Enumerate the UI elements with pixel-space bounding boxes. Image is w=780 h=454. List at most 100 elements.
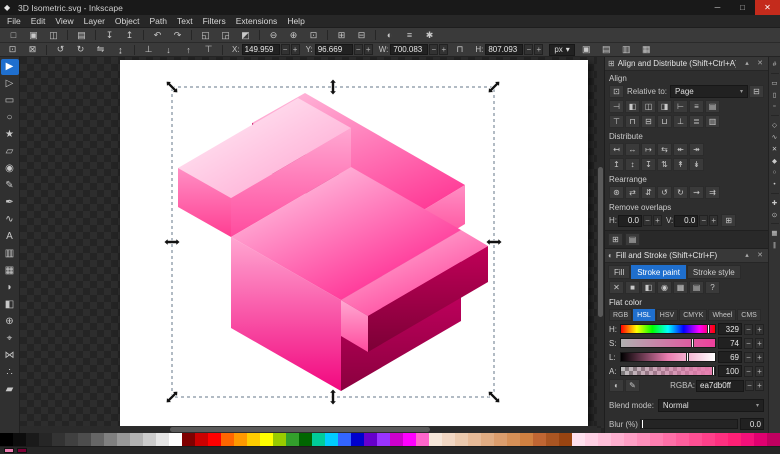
isometric-object[interactable] [178, 93, 488, 391]
palette-swatch[interactable] [403, 433, 416, 446]
menu-item[interactable]: View [50, 15, 78, 27]
copy-button[interactable]: ◱ [196, 29, 215, 42]
distribute-gaps-h-button[interactable]: ⇆ [657, 143, 672, 156]
tab-cms[interactable]: CMS [737, 309, 761, 321]
fill-indicator[interactable] [4, 448, 14, 453]
horizontal-scrollbar[interactable] [20, 426, 597, 433]
palette-swatch[interactable] [585, 433, 598, 446]
align-panel-close-button[interactable]: ✕ [755, 59, 765, 69]
align-right-button[interactable]: ◨ [657, 100, 672, 113]
y-input[interactable] [315, 44, 353, 55]
align-text-vertical-button[interactable]: ≣ [689, 115, 704, 128]
measure-tool[interactable]: ⌖ [1, 331, 19, 347]
hue-slider[interactable] [620, 324, 716, 334]
fill-stroke-close-button[interactable]: ✕ [755, 251, 765, 261]
palette-swatch[interactable] [234, 433, 247, 446]
tab-stroke-paint[interactable]: Stroke paint [631, 265, 686, 279]
minimize-button[interactable]: ─ [705, 0, 730, 15]
lower-to-bottom-button[interactable]: ⊥ [139, 43, 158, 56]
y-decrement-button[interactable]: − [354, 44, 363, 55]
ungroup-button[interactable]: ⊟ [352, 29, 371, 42]
snap-midpoints-toggle[interactable]: • [769, 179, 780, 190]
palette-swatch[interactable] [325, 433, 338, 446]
rgba-decrement[interactable]: − [745, 380, 754, 391]
alpha-slider-handle[interactable] [712, 366, 715, 376]
align-bottom-button[interactable]: ⊔ [657, 115, 672, 128]
randomize-centers-button[interactable]: ⇝ [689, 186, 704, 199]
width-increment-button[interactable]: + [439, 44, 448, 55]
scale-corners-toggle[interactable]: ▤ [597, 43, 616, 56]
tab-rgb[interactable]: RGB [609, 309, 632, 321]
palette-swatch[interactable] [312, 433, 325, 446]
distribute-centers-h-button[interactable]: ↔ [625, 143, 640, 156]
palette-swatch[interactable] [455, 433, 468, 446]
palette-swatch[interactable] [143, 433, 156, 446]
snap-bbox-edges-toggle[interactable]: ▯ [769, 89, 780, 100]
palette-swatch[interactable] [611, 433, 624, 446]
connector-tool[interactable]: ⋈ [1, 348, 19, 364]
palette-swatch[interactable] [468, 433, 481, 446]
menu-item[interactable]: Text [172, 15, 198, 27]
palette-swatch[interactable] [572, 433, 585, 446]
tab-hsv[interactable]: HSV [656, 309, 678, 321]
align-baselines-h-button[interactable]: ▤ [705, 100, 720, 113]
height-decrement-button[interactable]: − [524, 44, 533, 55]
hue-increment[interactable]: + [755, 324, 764, 335]
center-vertical-axis-button[interactable]: ◫ [641, 100, 656, 113]
maximize-button[interactable]: □ [730, 0, 755, 15]
rectangle-tool[interactable]: ▭ [1, 93, 19, 109]
x-increment-button[interactable]: + [291, 44, 300, 55]
palette-swatch[interactable] [286, 433, 299, 446]
vertical-scrollbar-thumb[interactable] [598, 167, 603, 317]
distribute-text-h-button[interactable]: ↞ [673, 143, 688, 156]
lightness-decrement[interactable]: − [744, 352, 753, 363]
alpha-slider[interactable] [620, 366, 716, 376]
exchange-stacking-order-button[interactable]: ⇵ [641, 186, 656, 199]
y-increment-button[interactable]: + [364, 44, 373, 55]
palette-swatch[interactable] [52, 433, 65, 446]
color-picker-icon[interactable]: ◐ [609, 379, 624, 392]
dropper-tool[interactable]: ◗ [1, 280, 19, 296]
distribute-text-v-button[interactable]: ↟ [673, 158, 688, 171]
lightness-increment[interactable]: + [755, 352, 764, 363]
palette-swatch[interactable] [39, 433, 52, 446]
calligraphy-tool[interactable]: ∿ [1, 212, 19, 228]
distribute-top-edges-button[interactable]: ↥ [609, 158, 624, 171]
undo-button[interactable]: ↶ [148, 29, 167, 42]
palette-swatch[interactable] [481, 433, 494, 446]
lower-button[interactable]: ↓ [159, 43, 178, 56]
palette-swatch[interactable] [637, 433, 650, 446]
tab-fill[interactable]: Fill [608, 265, 630, 279]
palette-swatch[interactable] [208, 433, 221, 446]
snap-nodes-toggle[interactable]: ◇ [769, 119, 780, 130]
menu-item[interactable]: Path [144, 15, 172, 27]
select-all-button[interactable]: ⊡ [3, 43, 22, 56]
palette-swatch[interactable] [117, 433, 130, 446]
distribute-left-edges-button[interactable]: ↤ [609, 143, 624, 156]
raise-button[interactable]: ↑ [179, 43, 198, 56]
align-left-button[interactable]: ◧ [625, 100, 640, 113]
hue-decrement[interactable]: − [744, 324, 753, 335]
tab-stroke-style[interactable]: Stroke style [687, 265, 741, 279]
pattern-button[interactable]: ▦ [673, 281, 688, 294]
rotate-ccw-button[interactable]: ↺ [51, 43, 70, 56]
rgba-increment[interactable]: + [755, 380, 764, 391]
palette-swatch[interactable] [546, 433, 559, 446]
snap-others-toggle[interactable]: ✚ [769, 197, 780, 208]
palette-swatch[interactable] [273, 433, 286, 446]
canvas[interactable] [20, 57, 604, 433]
flat-color-button[interactable]: ■ [625, 281, 640, 294]
palette-swatch[interactable] [299, 433, 312, 446]
menu-item[interactable]: Edit [26, 15, 51, 27]
rotate-90-cw-button[interactable]: ↻ [673, 186, 688, 199]
swatch-button[interactable]: ▤ [689, 281, 704, 294]
scale-handle-nw[interactable] [164, 79, 180, 95]
v-gap-input[interactable] [674, 215, 698, 227]
selector-tool[interactable]: ▶ [1, 59, 19, 75]
raise-to-top-button[interactable]: ⊤ [199, 43, 218, 56]
paste-button[interactable]: ◲ [216, 29, 235, 42]
new-document-button[interactable]: □ [4, 29, 23, 42]
palette-swatch[interactable] [624, 433, 637, 446]
v-gap-decrement[interactable]: − [699, 215, 708, 226]
palette-swatch[interactable] [767, 433, 780, 446]
